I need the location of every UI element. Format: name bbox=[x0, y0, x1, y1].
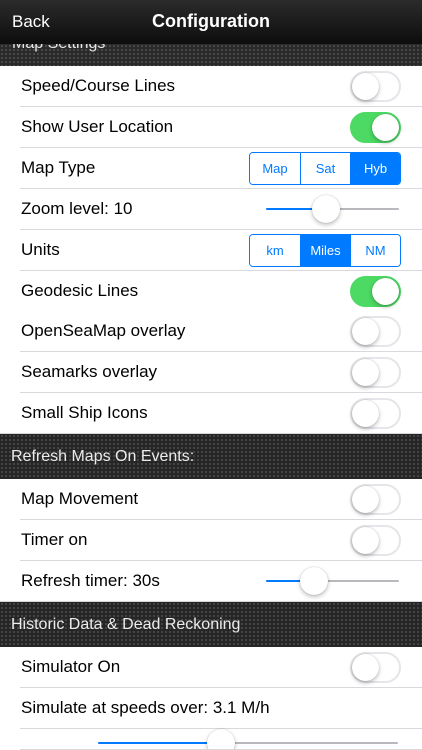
map-movement-switch[interactable] bbox=[350, 484, 401, 515]
seamarks-overlay-switch[interactable] bbox=[350, 357, 401, 388]
row-label: Small Ship Icons bbox=[21, 403, 148, 422]
simulate-speed-slider[interactable] bbox=[98, 729, 398, 750]
navigation-bar: Back Configuration bbox=[0, 0, 422, 44]
row-small-ship-icons: Small Ship Icons bbox=[0, 393, 422, 434]
small-ship-icons-switch[interactable] bbox=[350, 398, 401, 429]
row-label: Units bbox=[21, 240, 60, 259]
switch-knob bbox=[352, 318, 379, 345]
segment-hyb[interactable]: Hyb bbox=[350, 153, 400, 184]
switch-knob bbox=[352, 486, 379, 513]
switch-knob bbox=[372, 114, 399, 141]
segment-nm[interactable]: NM bbox=[350, 235, 400, 266]
row-map-movement: Map Movement bbox=[0, 479, 422, 520]
page-title: Configuration bbox=[152, 11, 270, 31]
slider-thumb[interactable] bbox=[311, 195, 340, 223]
section-title: Refresh Maps On Events: bbox=[11, 448, 195, 465]
zoom-level-slider[interactable] bbox=[266, 195, 399, 223]
row-label: Timer on bbox=[21, 530, 88, 549]
segment-miles[interactable]: Miles bbox=[300, 235, 350, 266]
row-label: Geodesic Lines bbox=[21, 281, 139, 300]
section-header-historic: Historic Data & Dead Reckoning bbox=[0, 602, 422, 648]
row-speed-course-lines: Speed/Course Lines bbox=[0, 66, 422, 107]
simulator-on-switch[interactable] bbox=[350, 652, 401, 683]
slider-thumb[interactable] bbox=[299, 567, 328, 595]
row-geodesic-lines: Geodesic Lines bbox=[0, 271, 422, 312]
row-map-type: Map Type Map Sat Hyb bbox=[0, 148, 422, 189]
segment-km[interactable]: km bbox=[250, 235, 300, 266]
row-simulate-speed-label: Simulate at speeds over: 3.1 M/h bbox=[0, 688, 422, 729]
row-label: Map Type bbox=[21, 158, 96, 177]
section-title: Historic Data & Dead Reckoning bbox=[11, 616, 241, 633]
units-segmented-control: km Miles NM bbox=[249, 234, 401, 267]
segment-map[interactable]: Map bbox=[250, 153, 300, 184]
map-type-segmented-control: Map Sat Hyb bbox=[249, 152, 401, 185]
row-label: Map Movement bbox=[21, 489, 139, 508]
row-units: Units km Miles NM bbox=[0, 230, 422, 271]
row-label: Refresh timer: 30s bbox=[21, 571, 160, 590]
row-label: Show User Location bbox=[21, 117, 174, 136]
geodesic-lines-switch[interactable] bbox=[350, 276, 401, 307]
switch-knob bbox=[352, 73, 379, 100]
slider-fill bbox=[98, 742, 221, 744]
row-timer-on: Timer on bbox=[0, 520, 422, 561]
timer-on-switch[interactable] bbox=[350, 525, 401, 556]
switch-knob bbox=[352, 527, 379, 554]
row-simulator-on: Simulator On bbox=[0, 647, 422, 688]
slider-thumb[interactable] bbox=[207, 729, 235, 750]
row-label: Seamarks overlay bbox=[21, 362, 158, 381]
row-openseamap-overlay: OpenSeaMap overlay bbox=[0, 311, 422, 352]
section-title: Map Settings bbox=[12, 44, 105, 53]
switch-knob bbox=[352, 400, 379, 427]
row-label: Simulate at speeds over: 3.1 M/h bbox=[21, 698, 270, 717]
show-user-location-switch[interactable] bbox=[350, 112, 401, 143]
section-header-refresh: Refresh Maps On Events: bbox=[0, 434, 422, 480]
row-label: Speed/Course Lines bbox=[21, 76, 176, 95]
row-label: Zoom level: 10 bbox=[21, 199, 133, 218]
refresh-timer-slider[interactable] bbox=[266, 567, 399, 595]
row-seamarks-overlay: Seamarks overlay bbox=[0, 352, 422, 393]
row-label: Simulator On bbox=[21, 657, 121, 676]
row-label: OpenSeaMap overlay bbox=[21, 321, 186, 340]
row-show-user-location: Show User Location bbox=[0, 107, 422, 148]
speed-course-lines-switch[interactable] bbox=[350, 71, 401, 102]
openseamap-overlay-switch[interactable] bbox=[350, 316, 401, 347]
switch-knob bbox=[372, 278, 399, 305]
segment-sat[interactable]: Sat bbox=[300, 153, 350, 184]
section-header-map-settings: Map Settings bbox=[0, 44, 422, 66]
row-simulate-speed-slider bbox=[0, 729, 422, 750]
row-zoom-level: Zoom level: 10 bbox=[0, 189, 422, 230]
switch-knob bbox=[352, 654, 379, 681]
row-refresh-timer: Refresh timer: 30s bbox=[0, 561, 422, 602]
switch-knob bbox=[352, 359, 379, 386]
